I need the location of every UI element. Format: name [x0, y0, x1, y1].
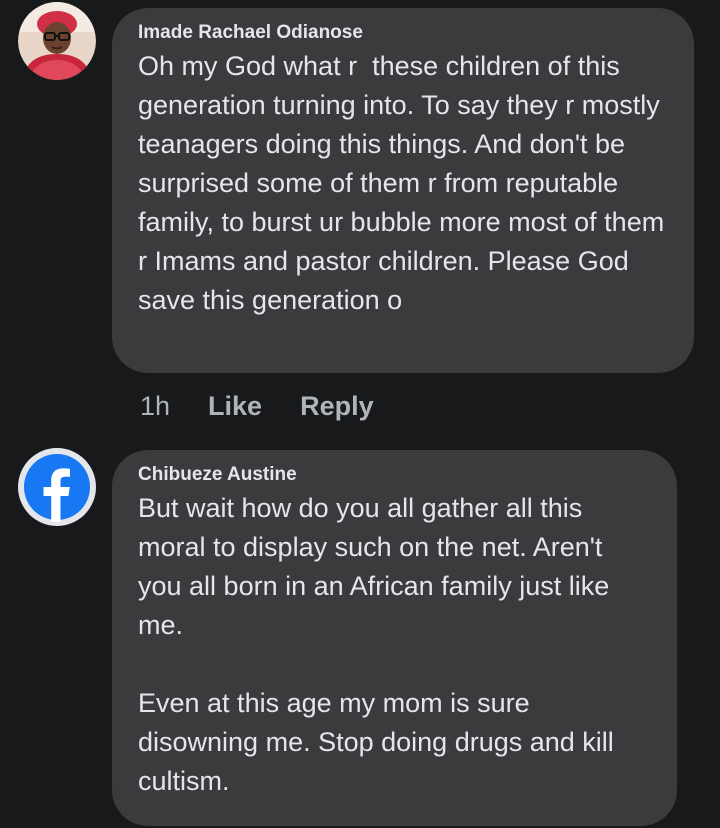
comment-author[interactable]: Imade Rachael Odianose	[138, 22, 668, 44]
reply-button[interactable]: Reply	[300, 391, 374, 422]
comment-bubble[interactable]: Imade Rachael Odianose Oh my God what r …	[112, 8, 694, 373]
comment-actions: 1h Like Reply	[140, 388, 412, 424]
facebook-default-icon	[19, 449, 95, 525]
comment-author[interactable]: Chibueze Austine	[138, 464, 651, 486]
comment-bubble[interactable]: Chibueze Austine But wait how do you all…	[112, 450, 677, 826]
comment-text: But wait how do you all gather all this …	[138, 493, 614, 796]
comment-1: Imade Rachael Odianose Oh my God what r …	[0, 0, 720, 430]
like-button[interactable]: Like	[208, 391, 262, 422]
avatar-imade[interactable]	[18, 2, 96, 80]
user-photo-icon	[18, 2, 96, 80]
comment-text: Oh my God what r these children of this …	[138, 51, 672, 315]
avatar-chibueze[interactable]	[18, 448, 96, 526]
comment-timestamp[interactable]: 1h	[140, 391, 170, 422]
comment-2: Chibueze Austine But wait how do you all…	[0, 446, 720, 828]
